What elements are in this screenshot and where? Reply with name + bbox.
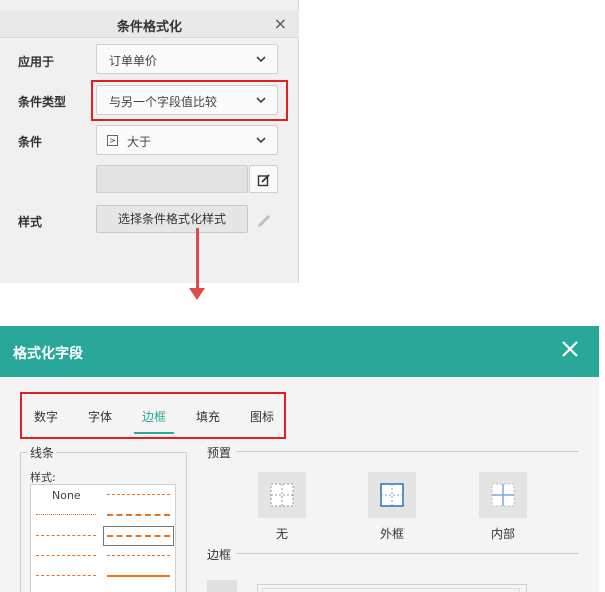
dialog-header: 条件格式化 × [0,10,299,38]
preset-none-label: 无 [275,527,288,541]
border-separator [236,553,579,554]
border-preview-inner [262,588,520,592]
condition-label: 条件 [18,135,43,149]
chevron-down-icon [256,56,266,63]
preset-inside-label: 内部 [490,527,515,541]
arrow-down-icon [189,288,205,300]
chevron-down-icon [256,137,266,144]
condition-value: 大于 [127,135,152,149]
format-field-header: 格式化字段 [0,326,599,377]
border-top-button[interactable] [207,580,237,592]
line-style-long-dash[interactable] [107,555,170,556]
condition-type-label: 条件类型 [18,95,67,109]
highlight-box-condition-type [91,80,288,121]
line-style-label: 样式: [30,471,56,484]
arrow-shaft [196,228,199,290]
preset-separator [236,451,579,452]
preset-outline-label: 外框 [379,527,404,541]
line-style-solid[interactable] [107,575,170,577]
dialog-title: 条件格式化 [116,20,182,35]
line-style-dash-dot[interactable] [107,494,170,495]
border-outline-icon [380,483,404,507]
preset-none-button[interactable] [258,472,306,518]
select-format-style-button[interactable]: 选择条件格式化样式 [96,205,248,233]
line-style-thick-dash[interactable] [107,514,170,516]
apply-to-select[interactable]: 订单单价 [96,44,278,74]
edit-value-button[interactable] [249,165,278,193]
condition-value-input[interactable] [96,165,248,193]
greater-than-icon: > [107,135,118,146]
line-style-dash-dot-dot[interactable] [36,575,96,576]
conditional-format-dialog: 条件格式化 × 应用于 订单单价 条件类型 与另一个字段值比较 条件 > 大于 … [0,0,299,283]
line-style-selected[interactable] [103,526,174,546]
close-icon[interactable] [561,340,579,358]
pencil-icon[interactable] [253,209,275,229]
border-none-icon [270,483,294,507]
close-icon[interactable]: × [274,14,287,33]
apply-to-value: 订单单价 [109,54,158,68]
condition-select[interactable]: > 大于 [96,125,278,155]
dialog-title: 格式化字段 [13,346,83,362]
line-style-dotted[interactable] [36,514,96,515]
highlight-box-tabs [20,392,286,439]
border-inside-icon [491,483,515,507]
lines-group-label: 线条 [28,444,57,461]
preset-inside-button[interactable] [479,472,527,518]
preset-group-label: 预置 [205,444,234,461]
edit-icon [257,174,270,187]
style-label: 样式 [18,215,43,229]
border-group-label: 边框 [205,546,234,563]
apply-to-label: 应用于 [18,55,55,69]
line-style-fine-dash[interactable] [36,535,96,536]
line-style-dash-dot-thin[interactable] [36,555,96,556]
preset-outline-button[interactable] [368,472,416,518]
line-style-none[interactable]: None [52,489,81,502]
